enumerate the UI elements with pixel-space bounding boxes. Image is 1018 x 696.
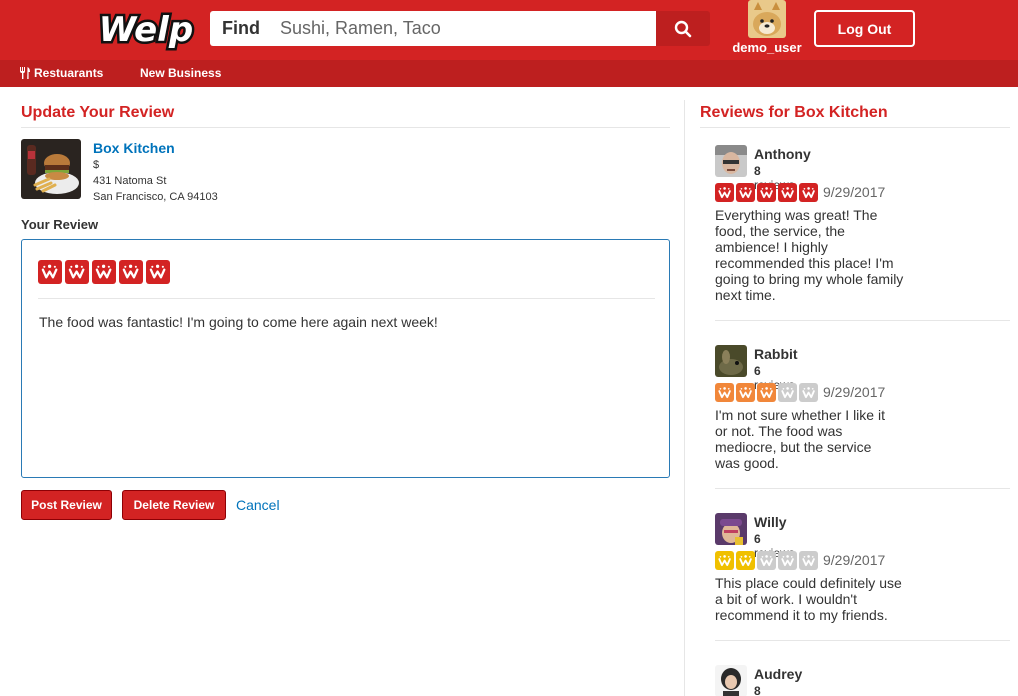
review-date: 9/29/2017: [823, 552, 886, 568]
your-review-label: Your Review: [21, 217, 99, 232]
title-divider: [21, 127, 670, 128]
rating-star-icon: [757, 551, 776, 570]
search-button[interactable]: [656, 11, 710, 46]
rating-star-icon: [736, 183, 755, 202]
review-rating: [715, 551, 818, 570]
review-divider: [715, 640, 1010, 641]
rating-star-icon: [778, 551, 797, 570]
rating-star-icon: [799, 383, 818, 402]
svg-text:Welp: Welp: [99, 10, 193, 50]
review-text: This place could definitely use a bit of…: [715, 575, 902, 623]
review-textarea[interactable]: The food was fantastic! I'm going to com…: [39, 314, 438, 330]
reviewer-avatar[interactable]: [715, 345, 747, 377]
rating-star-icon: [757, 183, 776, 202]
user-menu[interactable]: demo_user: [726, 0, 808, 58]
review-date: 9/29/2017: [823, 184, 886, 200]
cancel-link[interactable]: Cancel: [236, 497, 280, 513]
reviewer-name[interactable]: Willy: [754, 514, 787, 530]
business-price: $: [93, 159, 100, 171]
review-rating: [715, 183, 818, 202]
rating-star-icon: [715, 183, 734, 202]
reviews-title-divider: [700, 127, 1010, 128]
rating-star-icon: [715, 383, 734, 402]
reviewer-review-count: 8 reviews: [754, 684, 761, 696]
delete-review-button[interactable]: Delete Review: [122, 490, 226, 520]
review-rating: [715, 383, 818, 402]
fork-knife-icon: [20, 67, 30, 79]
reviewer-avatar[interactable]: [715, 513, 747, 545]
column-divider: [684, 100, 685, 696]
nav-restaurants[interactable]: Restuarants: [19, 66, 103, 80]
rating-star-icon: [736, 551, 755, 570]
rating-star-icon[interactable]: [119, 260, 143, 284]
nav-new-business[interactable]: New Business: [140, 66, 221, 80]
reviewer-name[interactable]: Anthony: [754, 146, 811, 162]
search-bar: Find: [210, 11, 710, 46]
welp-logo[interactable]: Welp: [96, 4, 196, 54]
rating-star-icon: [799, 183, 818, 202]
rating-star-icon: [757, 383, 776, 402]
sub-navigation: Restuarants New Business: [0, 60, 1018, 87]
rating-star-icon[interactable]: [65, 260, 89, 284]
review-date: 9/29/2017: [823, 384, 886, 400]
business-photo[interactable]: [21, 139, 81, 199]
search-icon: [674, 20, 692, 37]
nav-restaurants-label: Restuarants: [34, 66, 104, 80]
rating-star-icon: [736, 383, 755, 402]
reviewer-avatar[interactable]: [715, 145, 747, 177]
review-text: Everything was great! The food, the serv…: [715, 207, 904, 303]
review-divider: [715, 488, 1010, 489]
search-field-wrapper[interactable]: Find: [210, 11, 656, 46]
top-header: Welp Find demo_user: [0, 0, 1018, 60]
rating-selector[interactable]: [38, 260, 170, 284]
rating-star-icon: [799, 551, 818, 570]
review-actions: Post Review Delete Review Cancel: [21, 490, 280, 520]
rating-star-icon[interactable]: [146, 260, 170, 284]
business-address-line1: 431 Natoma St: [93, 175, 167, 187]
user-avatar[interactable]: [748, 0, 786, 38]
reviews-panel-title: Reviews for Box Kitchen: [700, 104, 888, 121]
reviewer-name[interactable]: Rabbit: [754, 346, 798, 362]
nav-new-business-label: New Business: [140, 66, 222, 80]
review-editor[interactable]: The food was fantastic! I'm going to com…: [21, 239, 670, 478]
rating-star-icon[interactable]: [38, 260, 62, 284]
rating-star-icon: [715, 551, 734, 570]
rating-star-icon[interactable]: [92, 260, 116, 284]
username[interactable]: demo_user: [726, 40, 808, 55]
search-input[interactable]: [280, 18, 650, 39]
business-address-line2: San Francisco, CA 94103: [93, 191, 218, 203]
editor-divider: [38, 298, 655, 299]
logout-button[interactable]: Log Out: [814, 10, 915, 47]
find-label: Find: [222, 18, 260, 38]
review-text: I'm not sure whether I like it or not. T…: [715, 407, 885, 471]
post-review-button[interactable]: Post Review: [21, 490, 112, 520]
rating-star-icon: [778, 183, 797, 202]
business-name-link[interactable]: Box Kitchen: [93, 140, 175, 156]
update-review-title: Update Your Review: [21, 104, 175, 121]
rating-star-icon: [778, 383, 797, 402]
reviewer-name[interactable]: Audrey: [754, 666, 802, 682]
reviewer-avatar[interactable]: [715, 665, 747, 696]
review-divider: [715, 320, 1010, 321]
